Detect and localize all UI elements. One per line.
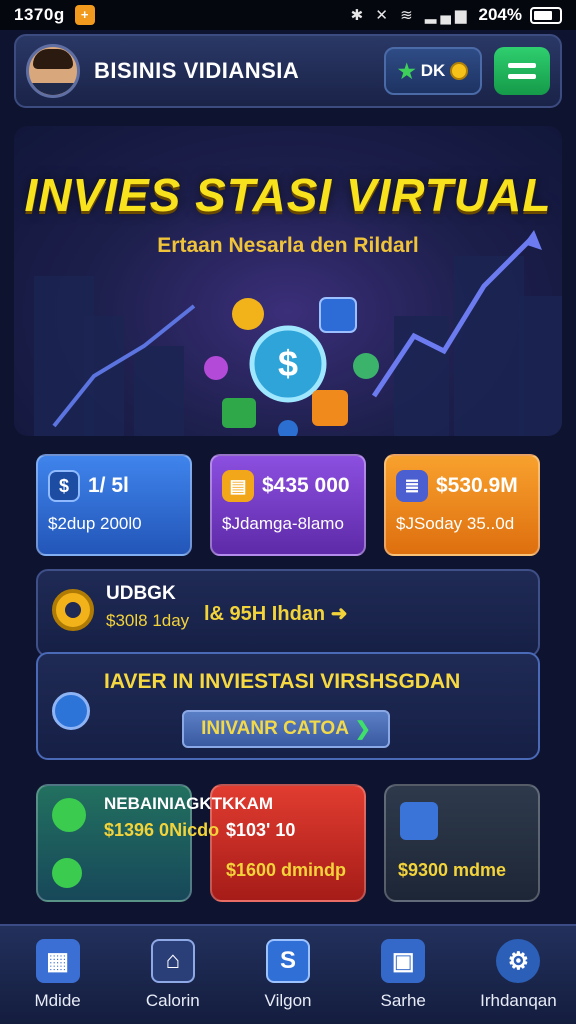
hero-banner: $ INVIES STASI VIRTUAL Ertaan Nesarla de… (14, 126, 562, 436)
nav-item-mdide[interactable]: ▦ Mdide (0, 926, 115, 1024)
avatar[interactable] (26, 44, 80, 98)
nav-item-vilgon[interactable]: S Vilgon (230, 926, 345, 1024)
business-panel[interactable]: UDBGK $30l8 1day l& 95H Ihdan ➜ (36, 569, 540, 657)
chat-icon (52, 858, 82, 888)
crate-icon: ▣ (381, 939, 426, 983)
svg-text:$: $ (278, 343, 298, 384)
gear-icon (52, 589, 94, 631)
settings-user-icon: ⚙ (496, 939, 541, 983)
connectivity-icons: ✱ ✕ ≋ ▂▄▆ (350, 7, 471, 24)
app-header: BISINIS VIDIANSIA ★ DK (14, 34, 562, 108)
bottom-card-amount: $9300 mdme (398, 860, 507, 880)
home-icon: ⌂ (150, 939, 195, 983)
battery-icon (530, 6, 562, 24)
upgrade-button[interactable]: l& 95H Ihdan ➜ (204, 601, 347, 626)
wallet-icon: ▤ (222, 470, 254, 502)
chart-icon (52, 692, 90, 730)
nav-label: Calorin (145, 991, 200, 1010)
stat-value: $435 000 (262, 474, 350, 497)
nav-label: Sarhe (380, 991, 426, 1010)
stat-detail: $JSoday 35..0d (396, 514, 515, 533)
status-bar: 1370g + ✱ ✕ ≋ ▂▄▆ 204% (0, 0, 576, 30)
nav-label: Vilgon (264, 991, 312, 1010)
menu-button[interactable] (494, 47, 550, 95)
stat-card-income[interactable]: ≣ $530.9M $JSoday 35..0d (384, 454, 540, 556)
stat-detail: $Jdamga-8lamo (222, 514, 344, 533)
upgrade-label: l& 95H Ihdan (204, 603, 326, 625)
bottom-card-amount: $103' 10 (226, 820, 296, 840)
bottom-card-gray[interactable] (384, 784, 540, 902)
cta-label: INIVANR CATOA (201, 718, 349, 739)
battery-percent: 204% (478, 5, 522, 24)
nav-label: Irhdanqan (480, 991, 557, 1010)
business-name: UDBGK (106, 583, 176, 604)
business-profit: $30l8 1day (106, 611, 190, 630)
level-label: DK (420, 61, 446, 80)
nav-item-sarhe[interactable]: ▣ Sarhe (346, 926, 461, 1024)
stat-value: 1/ 5l (88, 474, 129, 497)
nav-label: Mdide (34, 991, 81, 1010)
investment-panel: IAVER IN INVIESTASI VIRSHSGDAN INIVANR C… (36, 652, 540, 760)
level-badge[interactable]: ★ DK (384, 47, 482, 95)
nav-item-irhdanqan[interactable]: ⚙ Irhdanqan (461, 926, 576, 1024)
notification-icon: + (74, 5, 95, 25)
stat-card-assets[interactable]: ▤ $435 000 $Jdamga-8lamo (210, 454, 366, 556)
dollar-coin-icon: $ (48, 470, 80, 502)
bottom-card-title: NEBAINIAGKTKKAM (104, 794, 274, 813)
edit-icon (400, 802, 438, 840)
cash-stack-icon: ≣ (396, 470, 428, 502)
coin-icon (450, 62, 469, 80)
star-icon: ★ (397, 60, 416, 83)
clover-icon (52, 798, 86, 832)
hero-subtitle: Ertaan Nesarla den Rildarl (157, 234, 419, 257)
status-time: 1370g (14, 5, 65, 24)
investment-heading: IAVER IN INVIESTASI VIRSHSGDAN (104, 670, 461, 693)
shop-icon: ▦ (35, 939, 80, 983)
stat-value: $530.9M (436, 474, 518, 497)
chevron-right-icon: ❯ (354, 718, 371, 740)
money-shield-icon: S (266, 939, 310, 983)
hero-title: INVIES STASI VIRTUAL (24, 169, 552, 221)
bottom-card-amount: $1396 0Nicdo (104, 820, 220, 840)
invest-cta-button[interactable]: INIVANR CATOA ❯ (182, 710, 390, 748)
bottom-navigation: ▦ Mdide ⌂ Calorin S Vilgon ▣ Sarhe ⚙ Irh… (0, 924, 576, 1024)
stat-card-balance[interactable]: $ 1/ 5l $2dup 200l0 (36, 454, 192, 556)
arrow-right-icon: ➜ (330, 603, 348, 625)
bottom-card-amount: $1600 dmindp (226, 860, 347, 880)
app-title: BISINIS VIDIANSIA (94, 58, 300, 83)
stat-detail: $2dup 200l0 (48, 514, 142, 533)
nav-item-calorin[interactable]: ⌂ Calorin (115, 926, 230, 1024)
